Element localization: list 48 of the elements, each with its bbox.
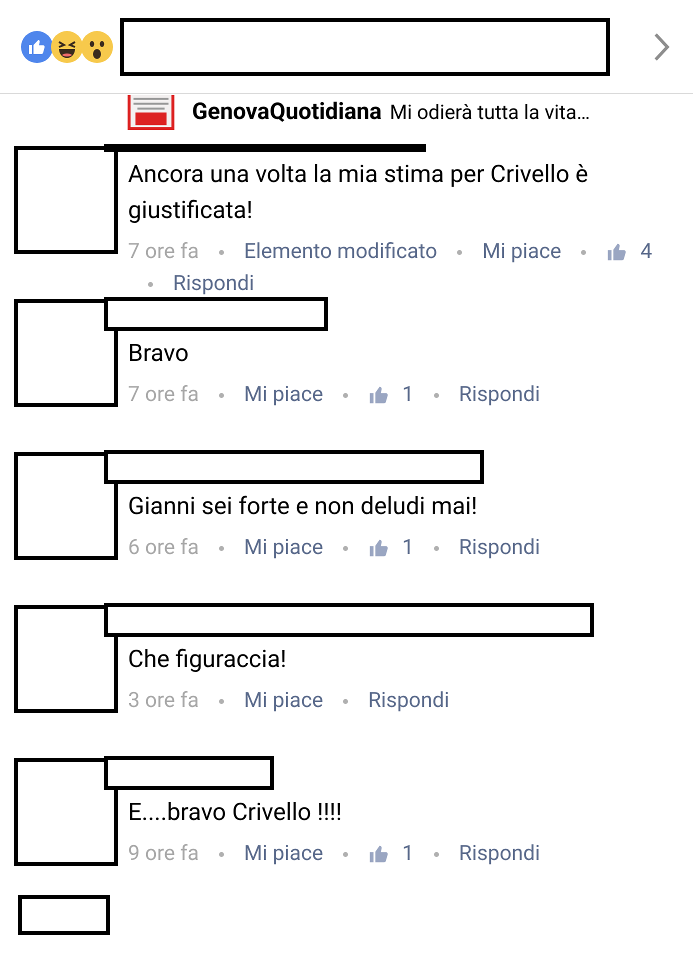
comment-text: Gianni sei forte e non deludi mai! bbox=[128, 491, 478, 522]
comment-action-link[interactable]: Mi piace bbox=[244, 532, 324, 564]
like-count: 1 bbox=[402, 841, 414, 868]
bullet-icon bbox=[218, 546, 224, 550]
like-count: 1 bbox=[402, 382, 414, 409]
bullet-icon bbox=[343, 852, 348, 856]
comment-text: Bravo bbox=[128, 338, 190, 369]
chevron-right-icon[interactable] bbox=[653, 32, 671, 62]
comment-action-link[interactable]: Rispondi bbox=[458, 838, 540, 870]
bullet-icon bbox=[343, 392, 348, 398]
bullet-icon bbox=[434, 546, 439, 550]
bullet-icon bbox=[343, 546, 348, 550]
comment-text: Ancora una volta la mia stima per Crivello è giustificata! bbox=[128, 159, 590, 226]
like-count: 1 bbox=[402, 535, 414, 562]
bullet-icon bbox=[343, 698, 348, 704]
thumbs-up-icon bbox=[368, 537, 390, 559]
comment-text: Che figuraccia! bbox=[128, 644, 288, 675]
post-excerpt: Mi odierà tutta la vita… bbox=[390, 99, 590, 126]
comment-action-link[interactable]: Rispondi bbox=[458, 532, 540, 564]
comment-time: 7 ore fa bbox=[128, 239, 199, 266]
bullet-icon bbox=[218, 392, 224, 398]
comment-action-link[interactable]: Rispondi bbox=[173, 268, 254, 300]
bullet-icon bbox=[148, 282, 153, 286]
page-logo-icon bbox=[127, 94, 175, 130]
comment-time: 6 ore fa bbox=[128, 535, 199, 562]
bullet-icon bbox=[434, 392, 439, 398]
comment-action-link[interactable]: Rispondi bbox=[368, 685, 450, 717]
comment-action-link[interactable]: Mi piace bbox=[244, 379, 324, 411]
thumbs-up-icon bbox=[368, 384, 390, 406]
comment-action-link[interactable]: Mi piace bbox=[482, 236, 562, 268]
bullet-icon bbox=[581, 250, 586, 254]
comment-text: E....bravo Crivello !!!! bbox=[128, 797, 343, 828]
bullet-icon bbox=[218, 250, 224, 254]
comment-action-link[interactable]: Rispondi bbox=[458, 379, 540, 411]
comment-action-link[interactable]: Mi piace bbox=[244, 685, 324, 717]
bullet-icon bbox=[218, 698, 224, 704]
comment-time: 7 ore fa bbox=[128, 382, 199, 409]
thumbs-up-icon bbox=[368, 843, 390, 865]
page-name[interactable]: GenovaQuotidiana bbox=[192, 94, 382, 130]
comment-action-link[interactable]: Elemento modificato bbox=[244, 236, 438, 268]
bullet-icon bbox=[218, 852, 224, 856]
bullet-icon bbox=[434, 852, 439, 856]
comment-time: 9 ore fa bbox=[128, 841, 199, 868]
bullet-icon bbox=[457, 250, 462, 254]
like-count: 4 bbox=[640, 239, 652, 266]
comment-action-link[interactable]: Mi piace bbox=[244, 838, 324, 870]
comment-time: 3 ore fa bbox=[128, 688, 199, 715]
thumbs-up-icon bbox=[606, 241, 628, 263]
